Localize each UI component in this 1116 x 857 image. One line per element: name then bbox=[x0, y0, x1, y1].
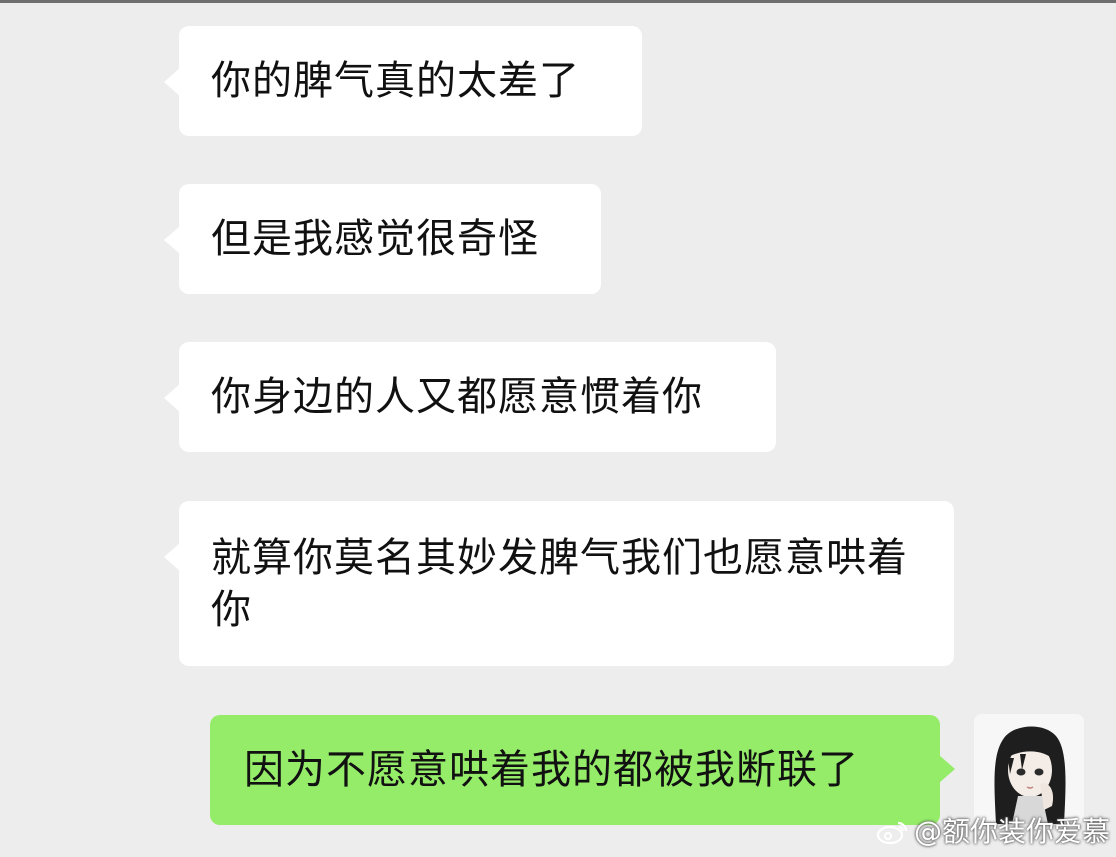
message-bubble-incoming[interactable]: 你身边的人又都愿意惯着你 bbox=[164, 342, 776, 452]
message-text: 你身边的人又都愿意惯着你 bbox=[211, 374, 703, 420]
weibo-logo-icon bbox=[876, 821, 908, 845]
message-bubble-incoming[interactable]: 就算你莫名其妙发脾气我们也愿意哄着你 bbox=[164, 501, 954, 666]
message-bubble-incoming[interactable]: 但是我感觉很奇怪 bbox=[164, 184, 601, 294]
message-text: 你的脾气真的太差了 bbox=[211, 58, 580, 104]
message-text: 因为不愿意哄着我的都被我断联了 bbox=[244, 747, 859, 793]
window-top-border bbox=[0, 0, 1116, 3]
message-bubble-incoming[interactable]: 你的脾气真的太差了 bbox=[164, 26, 642, 136]
message-text: 就算你莫名其妙发脾气我们也愿意哄着你 bbox=[211, 535, 908, 633]
message-text: 但是我感觉很奇怪 bbox=[211, 216, 539, 262]
weibo-watermark: @额你装你爱慕 bbox=[876, 815, 1110, 849]
girl-avatar-icon bbox=[974, 714, 1084, 824]
avatar[interactable] bbox=[974, 714, 1084, 824]
watermark-text: @额你装你爱慕 bbox=[913, 815, 1110, 848]
message-bubble-outgoing[interactable]: 因为不愿意哄着我的都被我断联了 bbox=[210, 715, 955, 825]
